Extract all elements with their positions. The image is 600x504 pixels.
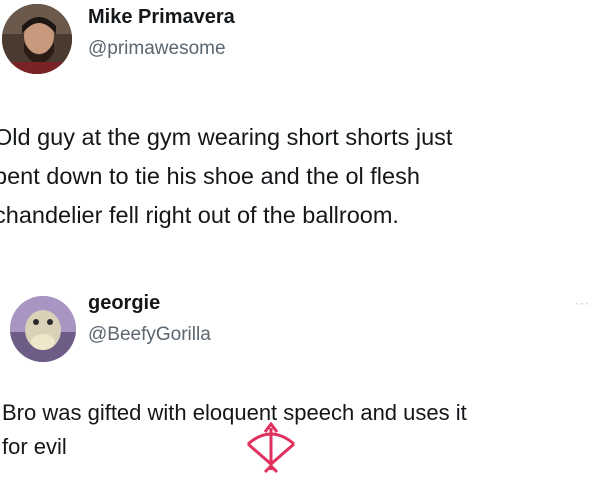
avatar[interactable]	[2, 4, 72, 74]
author-handle[interactable]: @BeefyGorilla	[88, 324, 211, 346]
avatar-photo-icon	[10, 296, 76, 362]
tweet-2: georgie @BeefyGorilla ··· Bro was gifted…	[0, 276, 600, 504]
author-name[interactable]: Mike Primavera	[88, 6, 235, 29]
more-options-button[interactable]: ···	[575, 296, 590, 310]
avatar[interactable]	[10, 296, 76, 362]
tweet-line: Old guy at the gym wearing short shorts …	[0, 124, 453, 150]
avatar-photo-icon	[2, 4, 72, 74]
tweet-line: bent down to tie his shoe and the ol fle…	[0, 163, 420, 189]
screenshot-page: Mike Primavera @primawesome Old guy at t…	[0, 0, 600, 504]
tweet-1: Mike Primavera @primawesome Old guy at t…	[0, 0, 600, 260]
tweet-body: Bro was gifted with eloquent speech and …	[2, 396, 600, 464]
bow-and-arrow-icon	[242, 421, 300, 476]
tweet-line: for evil	[2, 434, 67, 459]
author-handle[interactable]: @primawesome	[88, 38, 226, 60]
tweet-line: Bro was gifted with eloquent speech and …	[2, 400, 467, 425]
author-name[interactable]: georgie	[88, 292, 160, 315]
tweet-line: chandelier fell right out of the ballroo…	[0, 202, 399, 228]
tweet-body: Old guy at the gym wearing short shorts …	[0, 118, 594, 235]
